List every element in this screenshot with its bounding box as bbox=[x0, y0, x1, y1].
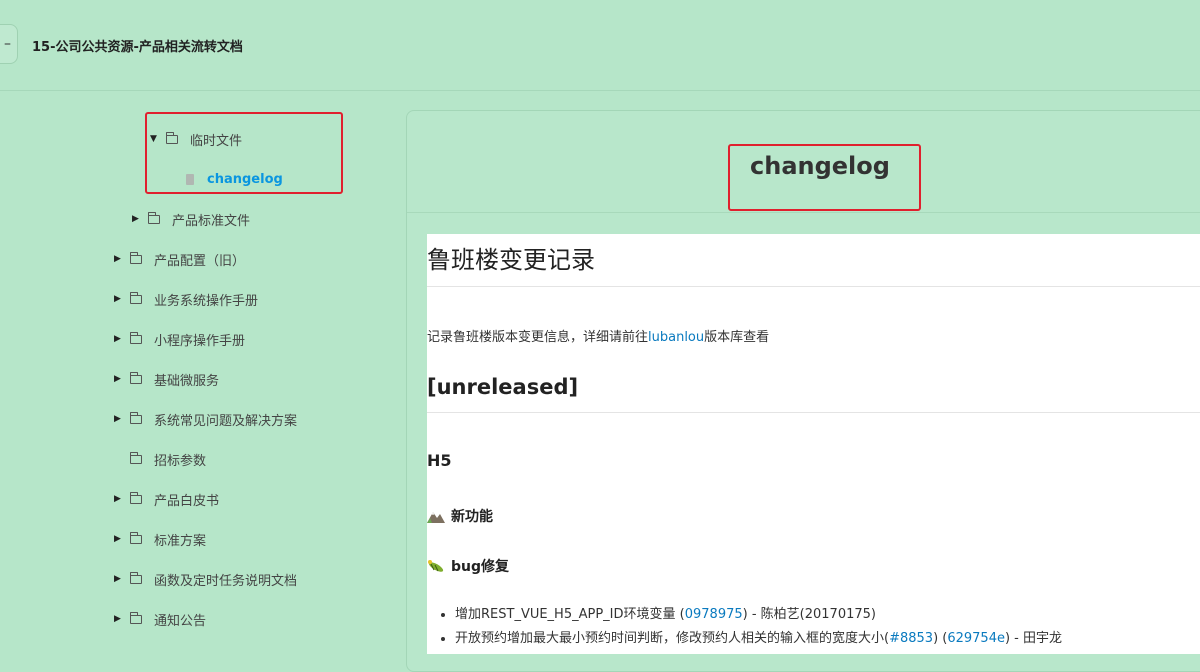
tree-item-label: 产品白皮书 bbox=[154, 493, 220, 509]
header-bar: – 15-公司公共资源-产品相关流转文档 bbox=[0, 0, 1200, 91]
folder-icon bbox=[129, 371, 142, 384]
folder-icon bbox=[129, 291, 142, 304]
folder-icon bbox=[129, 331, 142, 344]
section-label: bug修复 bbox=[451, 559, 510, 575]
commit-link[interactable]: 0978975 bbox=[685, 607, 743, 622]
tree-item-label: 基础微服务 bbox=[154, 373, 220, 389]
folder-icon bbox=[129, 411, 142, 424]
change-text: 增加REST_VUE_H5_APP_ID环境变量 ( bbox=[455, 607, 685, 622]
caret-right-icon[interactable]: ▶ bbox=[114, 574, 126, 584]
issue-link[interactable]: #8853 bbox=[889, 631, 933, 646]
list-item: 开放预约增加最大最小预约时间判断，修改预约人相关的输入框的宽度大小(#8853)… bbox=[455, 627, 1062, 651]
document-content: 鲁班楼变更记录 记录鲁班楼版本变更信息，详细请前往lubanlou版本库查看 [… bbox=[427, 234, 1200, 654]
tree-item-functions-docs[interactable]: ▶ 函数及定时任务说明文档 bbox=[114, 569, 297, 589]
tree-item-product-standard[interactable]: ▶ 产品标准文件 bbox=[132, 209, 250, 229]
tree-item-label: 产品标准文件 bbox=[172, 213, 251, 229]
bug-icon bbox=[428, 560, 444, 572]
heading-divider bbox=[427, 286, 1200, 287]
tree-item-label: 通知公告 bbox=[154, 613, 207, 629]
tree-item-standard-solution[interactable]: ▶ 标准方案 bbox=[114, 529, 206, 549]
list-item: 增加REST_VUE_H5_APP_ID环境变量 (0978975) - 陈柏艺… bbox=[455, 603, 1062, 627]
caret-right-icon[interactable]: ▶ bbox=[114, 294, 126, 304]
tree-item-label: 系统常见问题及解决方案 bbox=[154, 413, 298, 429]
content-heading-2: [unreleased] bbox=[427, 375, 579, 399]
content-heading-3: H5 bbox=[427, 451, 452, 470]
mountain-icon bbox=[427, 512, 445, 523]
heading-divider bbox=[427, 412, 1200, 413]
folder-icon bbox=[147, 211, 160, 224]
highlight-box-sidebar bbox=[145, 112, 343, 194]
tree-item-label: 标准方案 bbox=[154, 533, 207, 549]
tree-item-label: 函数及定时任务说明文档 bbox=[154, 573, 298, 589]
caret-right-icon[interactable]: ▶ bbox=[114, 534, 126, 544]
tree-item-announcements[interactable]: ▶ 通知公告 bbox=[114, 609, 206, 629]
tree-item-label: 产品配置（旧） bbox=[154, 253, 246, 269]
highlight-box-title bbox=[728, 144, 921, 211]
folder-icon bbox=[129, 531, 142, 544]
section-bug-fixes: bug修复 bbox=[427, 556, 509, 576]
tree-item-label: 业务系统操作手册 bbox=[154, 293, 259, 309]
tree-item-microservices[interactable]: ▶ 基础微服务 bbox=[114, 369, 219, 389]
commit-link[interactable]: 629754e bbox=[947, 631, 1005, 646]
caret-right-icon[interactable]: ▶ bbox=[114, 614, 126, 624]
change-author: ) - 陈柏艺(20170175) bbox=[742, 607, 876, 622]
section-new-features: 新功能 bbox=[427, 506, 493, 526]
tree-item-label: 招标参数 bbox=[154, 453, 207, 469]
folder-icon bbox=[129, 491, 142, 504]
caret-right-icon[interactable]: ▶ bbox=[114, 334, 126, 344]
tree-item-miniprogram-manual[interactable]: ▶ 小程序操作手册 bbox=[114, 329, 245, 349]
intro-text: 记录鲁班楼版本变更信息，详细请前往 bbox=[427, 330, 649, 345]
title-divider bbox=[407, 212, 1200, 213]
folder-icon bbox=[129, 451, 142, 464]
folder-icon bbox=[129, 571, 142, 584]
section-label: 新功能 bbox=[451, 509, 493, 525]
change-author: ) - 田宇龙 bbox=[1004, 631, 1062, 646]
tree-item-bid-params[interactable]: 招标参数 bbox=[114, 449, 206, 469]
caret-right-icon[interactable]: ▶ bbox=[132, 214, 144, 224]
folder-icon bbox=[129, 251, 142, 264]
caret-right-icon[interactable]: ▶ bbox=[114, 494, 126, 504]
tree-item-whitepaper[interactable]: ▶ 产品白皮书 bbox=[114, 489, 219, 509]
page-title: 15-公司公共资源-产品相关流转文档 bbox=[32, 40, 243, 55]
changes-list: 增加REST_VUE_H5_APP_ID环境变量 (0978975) - 陈柏艺… bbox=[427, 603, 1062, 651]
change-sep: ) ( bbox=[933, 631, 948, 646]
back-button[interactable]: – bbox=[0, 24, 18, 64]
tree-item-product-config[interactable]: ▶ 产品配置（旧） bbox=[114, 249, 245, 269]
folder-icon bbox=[129, 611, 142, 624]
caret-right-icon[interactable]: ▶ bbox=[114, 374, 126, 384]
intro-paragraph: 记录鲁班楼版本变更信息，详细请前往lubanlou版本库查看 bbox=[427, 326, 769, 345]
tree-item-faq[interactable]: ▶ 系统常见问题及解决方案 bbox=[114, 409, 297, 429]
back-icon: – bbox=[4, 36, 11, 52]
intro-text-end: 版本库查看 bbox=[704, 330, 770, 345]
tree-item-business-manual[interactable]: ▶ 业务系统操作手册 bbox=[114, 289, 258, 309]
tree-item-label: 小程序操作手册 bbox=[154, 333, 246, 349]
caret-right-icon[interactable]: ▶ bbox=[114, 254, 126, 264]
content-heading-1: 鲁班楼变更记录 bbox=[427, 246, 595, 274]
caret-right-icon[interactable]: ▶ bbox=[114, 414, 126, 424]
change-text: 开放预约增加最大最小预约时间判断，修改预约人相关的输入框的宽度大小( bbox=[455, 631, 890, 646]
lubanlou-link[interactable]: lubanlou bbox=[648, 330, 704, 345]
